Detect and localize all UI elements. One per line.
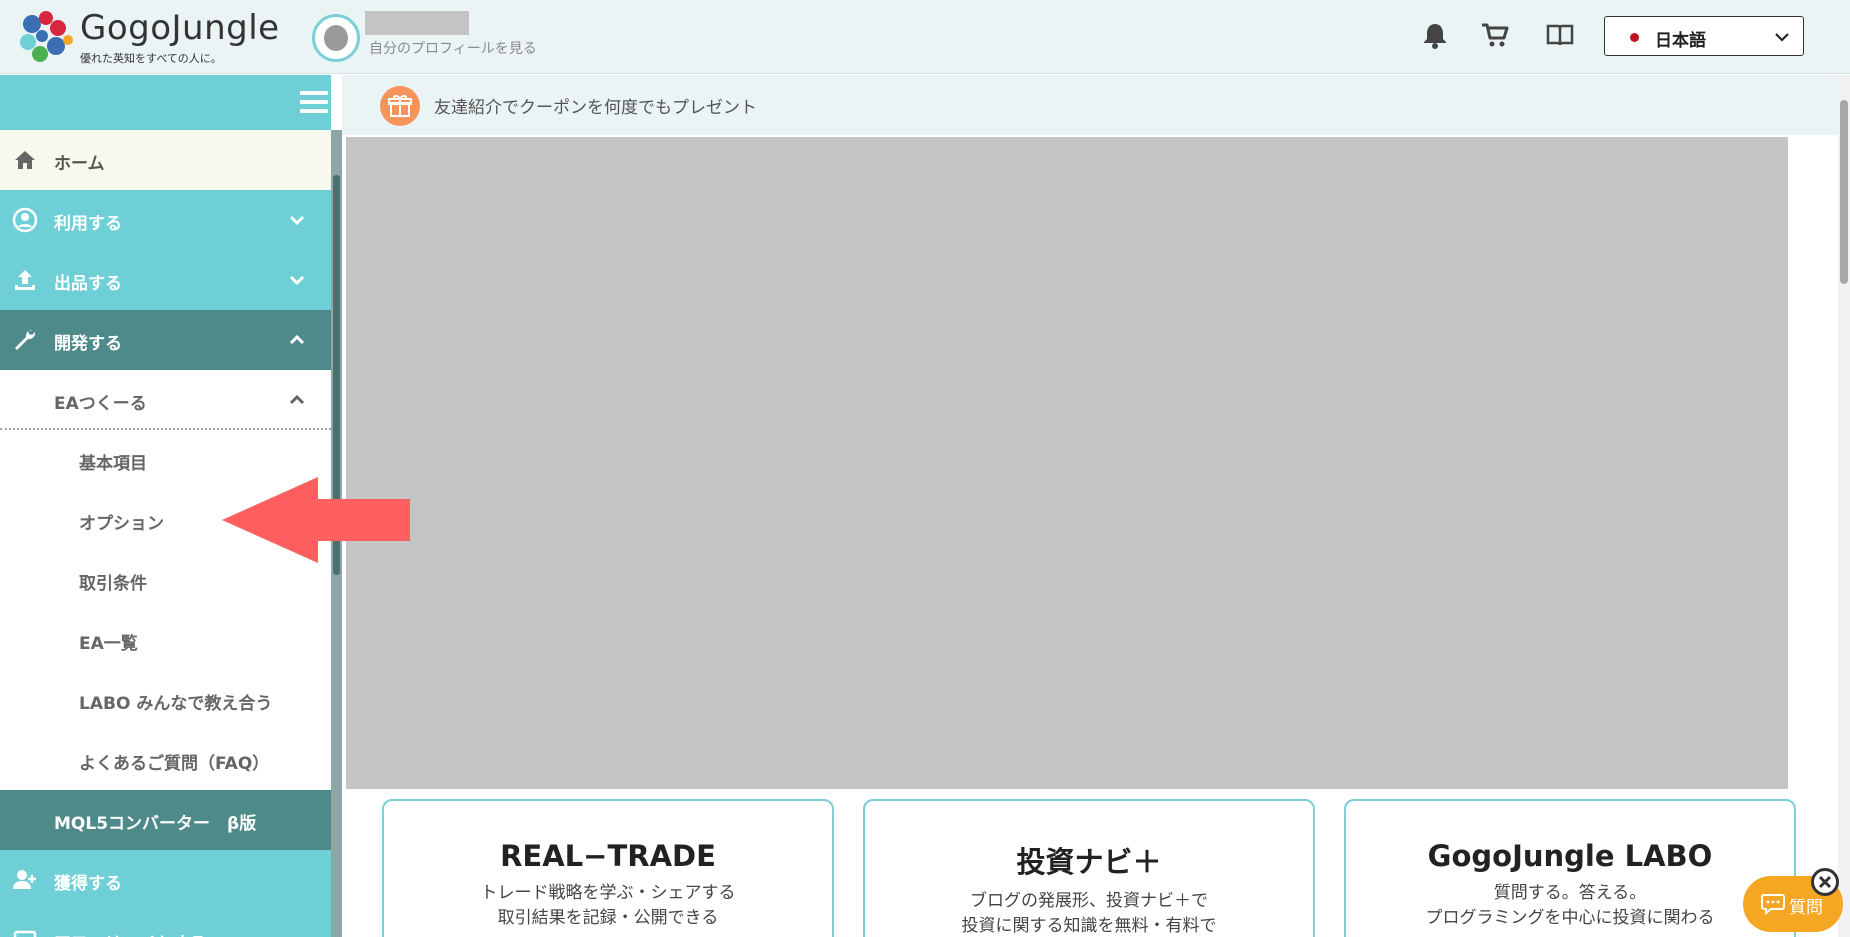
user-name-redacted: [365, 11, 469, 35]
gogojungle-logo-icon[interactable]: [18, 10, 78, 64]
card-description: ブログの発展形、投資ナビ＋で 投資に関する知識を無料・有料で: [961, 891, 1217, 936]
promo-bar[interactable]: 友達紹介でクーポンを何度でもプレゼント: [342, 75, 1838, 135]
sidebar-item-label: 利用する: [54, 214, 122, 234]
wrench-icon: [15, 329, 36, 350]
affiliate-icon: [13, 930, 37, 937]
sidebar-item-label: 開発する: [54, 334, 122, 354]
japan-flag-icon: [1630, 33, 1639, 42]
page-scrollbar-thumb[interactable]: [1840, 100, 1848, 284]
chevron-down-icon: [1775, 33, 1789, 42]
chat-label: 質問: [1789, 898, 1823, 918]
hamburger-menu-icon[interactable]: [300, 91, 328, 113]
sidebar-item-label: 基本項目: [79, 454, 147, 474]
sidebar-item-label: 獲得する: [54, 874, 122, 894]
user-circle-icon: [12, 207, 38, 233]
hero-banner[interactable]: [346, 137, 1788, 789]
sidebar-item-use[interactable]: 利用する: [0, 190, 331, 250]
sidebar-item-label: EA一覧: [79, 634, 138, 654]
sidebar-item-ea-tsukuru[interactable]: EAつくーる: [0, 370, 331, 430]
sidebar-item-label: 出品する: [54, 274, 122, 294]
card-real-trade[interactable]: REAL−TRADE トレード戦略を学ぶ・シェアする 取引結果を記録・公開できる: [382, 799, 834, 937]
card-labo[interactable]: GogoJungle LABO 質問する。答える。 プログラミングを中心に投資に関…: [1344, 799, 1796, 937]
sidebar-item-mql5-converter[interactable]: MQL5コンバーター β版: [0, 790, 331, 850]
sidebar-item-label: よくあるご質問（FAQ）: [79, 754, 270, 774]
sidebar-item-label: オプション: [79, 514, 164, 534]
sidebar-item-sell[interactable]: 出品する: [0, 250, 331, 310]
bell-icon[interactable]: [1420, 20, 1450, 50]
sidebar-item-earn[interactable]: 獲得する: [0, 850, 331, 910]
profile-link[interactable]: 自分のプロフィールを見る: [369, 38, 537, 58]
chevron-down-icon: [289, 275, 305, 286]
cart-icon[interactable]: [1480, 20, 1510, 50]
brand-tagline: 優れた英知をすべての人に。: [80, 52, 222, 65]
home-icon: [15, 151, 35, 169]
card-description: 質問する。答える。 プログラミングを中心に投資に関わる: [1425, 883, 1715, 928]
annotation-arrow-icon: [222, 477, 410, 563]
sidebar-item-label: EAつくーる: [54, 394, 147, 414]
gift-icon: [380, 86, 420, 126]
sidebar-item-label: MQL5コンバーター β版: [54, 814, 257, 834]
card-title: 投資ナビ＋: [1016, 845, 1162, 879]
top-header: GogoJungle 優れた英知をすべての人に。 自分のプロフィールを見る 日本…: [0, 0, 1850, 74]
chevron-down-icon: [289, 215, 305, 226]
avatar[interactable]: [312, 14, 360, 62]
chat-bubble-icon: [1761, 894, 1785, 915]
language-label: 日本語: [1655, 31, 1706, 51]
sidebar-item-labo[interactable]: LABO みんなで教え合う: [0, 670, 331, 730]
card-toushi-navi[interactable]: 投資ナビ＋ ブログの発展形、投資ナビ＋で 投資に関する知識を無料・有料で: [863, 799, 1315, 937]
sidebar-item-faq[interactable]: よくあるご質問（FAQ）: [0, 730, 331, 790]
brand-name[interactable]: GogoJungle: [80, 8, 280, 48]
chevron-up-icon: [289, 334, 305, 345]
upload-icon: [15, 270, 35, 290]
chevron-up-icon: [289, 394, 305, 405]
sidebar-item-label: ホーム: [54, 154, 105, 174]
book-icon[interactable]: [1545, 20, 1575, 50]
user-plus-icon: [13, 870, 36, 889]
card-description: トレード戦略を学ぶ・シェアする 取引結果を記録・公開できる: [480, 883, 736, 928]
sidebar-item-label: アフィリエイトする: [54, 929, 207, 937]
card-title: GogoJungle LABO: [1427, 839, 1713, 873]
promo-text: 友達紹介でクーポンを何度でもプレゼント: [434, 98, 757, 118]
user-icon: [324, 25, 348, 51]
card-title: REAL−TRADE: [500, 839, 716, 873]
sidebar-header: [0, 75, 331, 130]
sidebar-item-ea-list[interactable]: EA一覧: [0, 610, 331, 670]
sidebar-item-label: 取引条件: [79, 574, 147, 594]
sidebar-item-label: LABO みんなで教え合う: [79, 694, 273, 714]
sidebar-item-develop[interactable]: 開発する: [0, 310, 331, 370]
sidebar-item-affiliate[interactable]: アフィリエイトする: [0, 910, 331, 937]
close-icon[interactable]: [1811, 868, 1839, 896]
language-select[interactable]: 日本語: [1604, 16, 1804, 56]
sidebar-item-home[interactable]: ホーム: [0, 130, 331, 190]
